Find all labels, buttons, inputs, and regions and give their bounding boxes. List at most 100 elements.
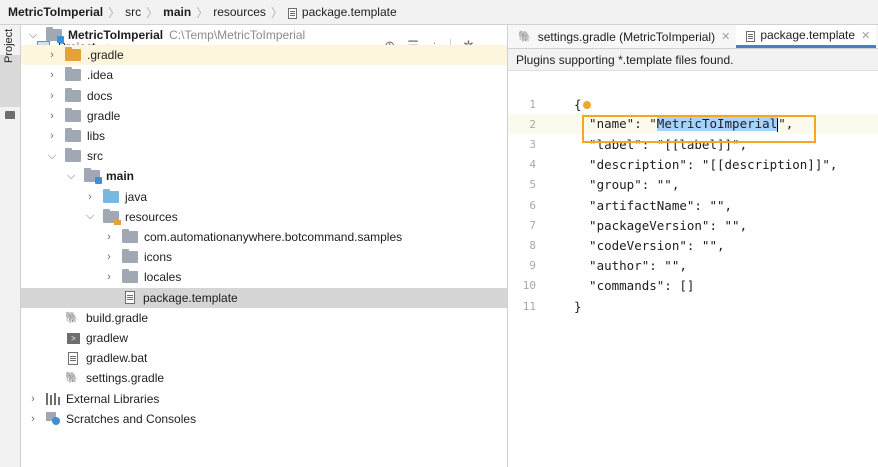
source-folder-icon bbox=[103, 188, 119, 203]
tree-item-label: package.template bbox=[143, 290, 238, 305]
chevron-right-icon[interactable]: › bbox=[103, 231, 115, 243]
tree-item[interactable]: › gradle bbox=[21, 106, 507, 126]
code-text[interactable]: "group": "", bbox=[574, 177, 679, 192]
folder-icon bbox=[65, 148, 81, 163]
tree-item[interactable]: › locales bbox=[21, 267, 507, 287]
code-text[interactable]: } bbox=[574, 299, 582, 314]
chevron-down-icon[interactable]: ⌵ bbox=[46, 150, 58, 163]
intention-bulb-icon[interactable] bbox=[582, 101, 591, 109]
code-text[interactable]: "author": "", bbox=[574, 258, 687, 273]
tree-item-label: locales bbox=[144, 270, 182, 285]
code-line[interactable]: 8 "codeVersion": "", bbox=[508, 235, 878, 255]
chevron-down-icon[interactable]: ⌵ bbox=[27, 29, 39, 42]
file-icon bbox=[68, 351, 78, 365]
folder-icon bbox=[122, 249, 138, 264]
code-text[interactable]: "artifactName": "", bbox=[574, 198, 732, 213]
folder-icon bbox=[65, 128, 81, 142]
tree-item[interactable]: ›🐘build.gradle bbox=[21, 308, 507, 328]
breadcrumb-project[interactable]: MetricToImperial bbox=[8, 5, 103, 19]
breadcrumb-separator: 〉 bbox=[108, 5, 121, 20]
structure-icon[interactable] bbox=[5, 111, 15, 119]
tree-item-label: gradlew.bat bbox=[86, 351, 148, 366]
code-text[interactable]: "commands": [] bbox=[574, 278, 694, 293]
chevron-right-icon[interactable]: › bbox=[46, 49, 58, 61]
tree-item[interactable]: ›package.template bbox=[21, 287, 507, 308]
tree-item[interactable]: › External Libraries bbox=[21, 389, 507, 409]
line-number: 1 bbox=[529, 97, 536, 111]
chevron-down-icon[interactable]: ⌵ bbox=[65, 170, 77, 183]
code-line[interactable]: 1{ bbox=[508, 94, 878, 114]
editor-area: 🐘 settings.gradle (MetricToImperial) ✕ p… bbox=[508, 25, 878, 467]
chevron-right-icon[interactable]: › bbox=[84, 191, 96, 203]
gradle-icon: 🐘 bbox=[65, 311, 79, 324]
tree-item[interactable]: › docs bbox=[21, 86, 507, 106]
tree-item[interactable]: ›>gradlew bbox=[21, 328, 507, 348]
tree-item[interactable]: › com.automationanywhere.botcommand.sampl… bbox=[21, 227, 507, 247]
tree-item[interactable]: › java bbox=[21, 187, 507, 207]
code-text[interactable]: "description": "[[description]]", bbox=[574, 157, 837, 172]
tree-item-label: Scratches and Consoles bbox=[66, 411, 197, 426]
breadcrumb-separator: 〉 bbox=[270, 5, 283, 20]
chevron-right-icon[interactable]: › bbox=[46, 110, 58, 122]
chevron-right-icon[interactable]: › bbox=[46, 69, 58, 81]
tree-item[interactable]: › libs bbox=[21, 126, 507, 146]
tree-item-label: com.automationanywhere.botcommand.sample… bbox=[144, 230, 403, 244]
chevron-right-icon[interactable]: › bbox=[27, 393, 39, 405]
tree-item[interactable]: › icons bbox=[21, 247, 507, 267]
tree-item[interactable]: › .gradle bbox=[21, 45, 507, 66]
tree-item[interactable]: ›🐘settings.gradle bbox=[21, 368, 507, 388]
code-text[interactable]: "packageVersion": "", bbox=[574, 218, 747, 233]
code-text[interactable]: "codeVersion": "", bbox=[574, 238, 724, 253]
breadcrumb: MetricToImperial 〉 src 〉 main 〉 resource… bbox=[0, 0, 878, 25]
breadcrumb-separator: 〉 bbox=[146, 5, 159, 20]
gradle-icon: 🐘 bbox=[518, 31, 532, 43]
chevron-right-icon[interactable]: › bbox=[27, 413, 39, 425]
close-icon[interactable]: ✕ bbox=[861, 29, 870, 42]
resources-folder-icon bbox=[103, 208, 121, 225]
breadcrumb-src[interactable]: src bbox=[125, 5, 141, 19]
tree-item-label: main bbox=[106, 169, 135, 184]
tab-label: settings.gradle (MetricToImperial) bbox=[537, 29, 716, 44]
tree-item[interactable]: ⌵ resources bbox=[21, 207, 507, 227]
tree-item-label: .gradle bbox=[87, 48, 124, 63]
close-icon[interactable]: ✕ bbox=[721, 30, 730, 43]
line-number: 7 bbox=[529, 218, 536, 232]
folder-icon bbox=[65, 47, 81, 62]
file-icon bbox=[125, 291, 135, 305]
code-line[interactable]: 9 "author": "", bbox=[508, 256, 878, 276]
code-line[interactable]: 11} bbox=[508, 296, 878, 316]
editor-tabs: 🐘 settings.gradle (MetricToImperial) ✕ p… bbox=[508, 25, 878, 49]
tree-item-label: settings.gradle bbox=[86, 371, 165, 386]
breadcrumb-resources[interactable]: resources bbox=[213, 5, 266, 19]
tab-package-template[interactable]: package.template ✕ bbox=[736, 25, 877, 48]
scratches-icon bbox=[46, 412, 60, 426]
file-icon bbox=[746, 30, 756, 42]
tab-label: package.template bbox=[760, 28, 856, 42]
chevron-down-icon[interactable]: ⌵ bbox=[84, 210, 96, 223]
library-icon bbox=[46, 392, 60, 405]
line-number: 2 bbox=[529, 117, 536, 131]
tree-item[interactable]: ⌵ main bbox=[21, 166, 507, 186]
breadcrumb-main[interactable]: main bbox=[163, 5, 191, 19]
chevron-right-icon[interactable]: › bbox=[46, 90, 58, 102]
folder-icon bbox=[65, 87, 81, 102]
code-line[interactable]: 4 "description": "[[description]]", bbox=[508, 155, 878, 175]
tree-item[interactable]: › .idea bbox=[21, 65, 507, 85]
tree-item[interactable]: ⌵ src bbox=[21, 146, 507, 166]
tab-settings-gradle[interactable]: 🐘 settings.gradle (MetricToImperial) ✕ bbox=[508, 25, 736, 48]
chevron-right-icon[interactable]: › bbox=[46, 130, 58, 142]
tree-item[interactable]: ⌵ MetricToImperial C:\Temp\MetricToImperia… bbox=[21, 25, 507, 45]
code-text[interactable]: { bbox=[574, 97, 591, 112]
code-line[interactable]: 7 "packageVersion": "", bbox=[508, 215, 878, 235]
tree-item[interactable]: › Scratches and Consoles bbox=[21, 409, 507, 429]
code-line[interactable]: 5 "group": "", bbox=[508, 175, 878, 195]
tree-item[interactable]: ›gradlew.bat bbox=[21, 348, 507, 368]
code-line[interactable]: 6 "artifactName": "", bbox=[508, 195, 878, 215]
code-line[interactable]: 10 "commands": [] bbox=[508, 276, 878, 296]
breadcrumb-file[interactable]: package.template bbox=[302, 5, 397, 19]
folder-icon bbox=[122, 269, 138, 284]
tool-window-strip: Project bbox=[0, 25, 21, 467]
file-icon bbox=[287, 7, 297, 19]
chevron-right-icon[interactable]: › bbox=[103, 251, 115, 263]
chevron-right-icon[interactable]: › bbox=[103, 271, 115, 283]
